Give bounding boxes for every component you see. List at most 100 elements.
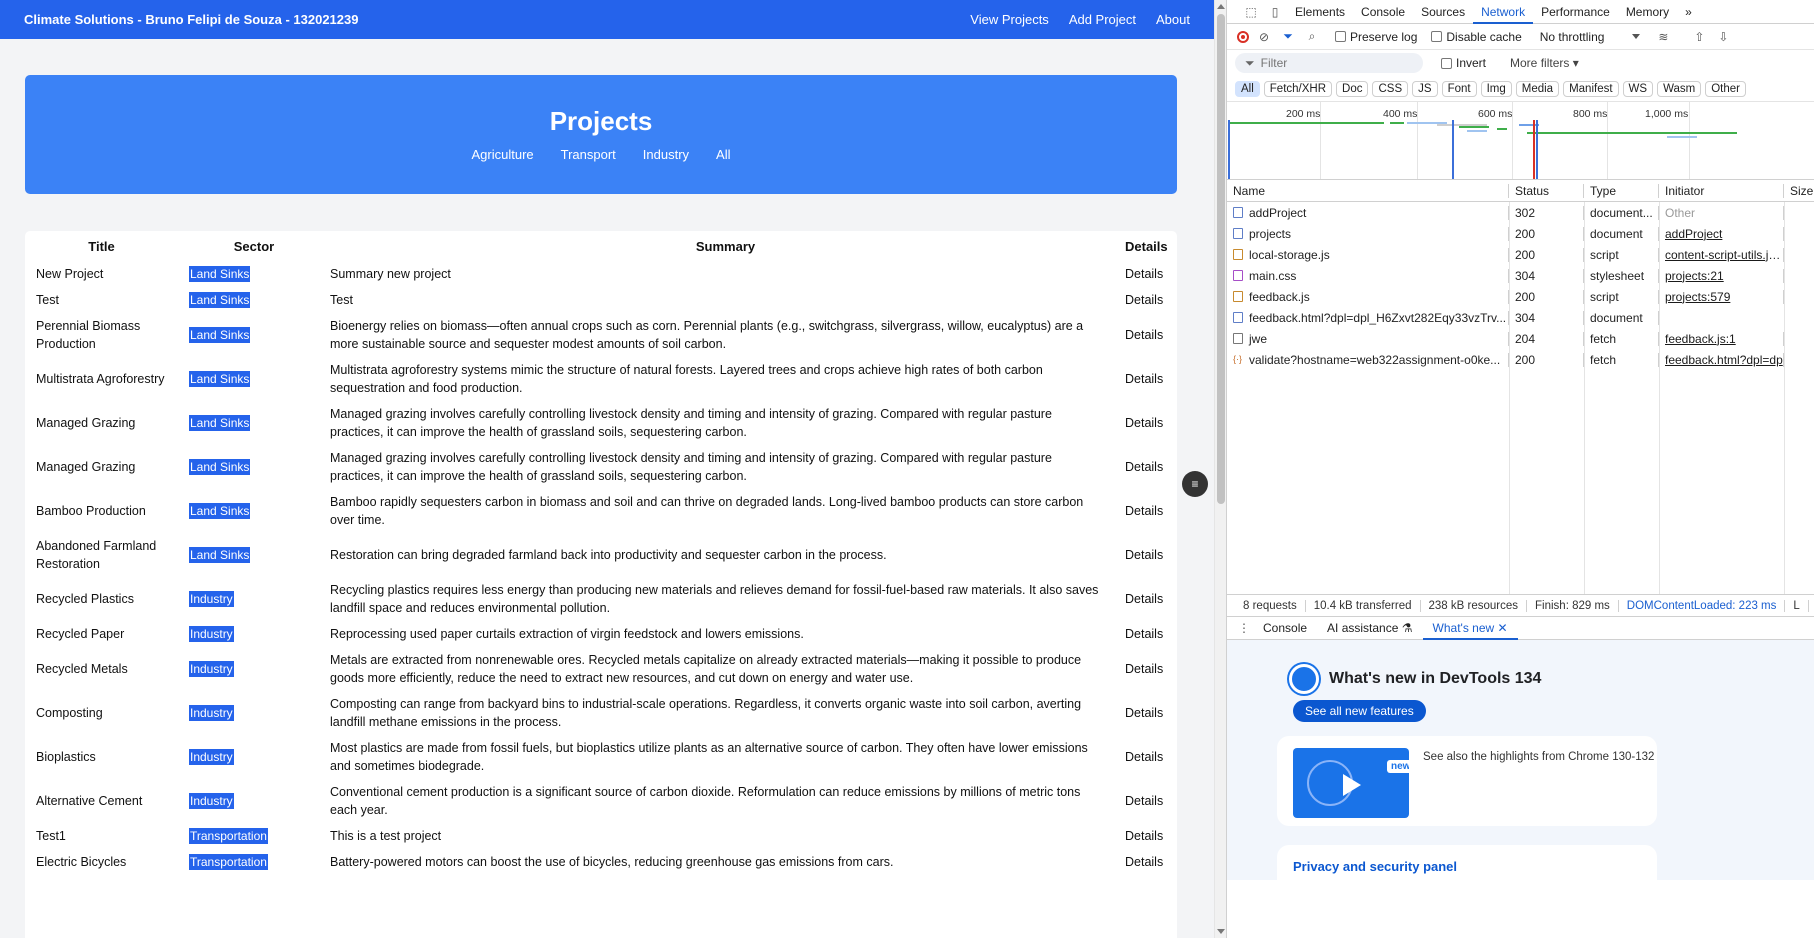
drawer-tab-console[interactable]: Console xyxy=(1253,616,1317,640)
filter-field[interactable]: ⏷ xyxy=(1235,53,1423,73)
type-filter-manifest[interactable]: Manifest xyxy=(1563,80,1619,97)
row-details: Details xyxy=(1121,823,1177,849)
see-all-features-button[interactable]: See all new features xyxy=(1293,700,1426,722)
device-toolbar-icon[interactable]: ▯ xyxy=(1263,0,1287,24)
network-conditions-icon[interactable]: ≋ xyxy=(1654,30,1672,44)
highlights-card[interactable]: new See also the highlights from Chrome … xyxy=(1277,736,1657,826)
details-link[interactable]: Details xyxy=(1125,829,1163,843)
close-icon[interactable]: ✕ xyxy=(1498,621,1508,635)
request-row[interactable]: local-storage.js 200 script content-script-… xyxy=(1227,244,1814,265)
details-link[interactable]: Details xyxy=(1125,592,1163,606)
disable-cache-checkbox[interactable]: Disable cache xyxy=(1431,30,1522,44)
scroll-thumb[interactable] xyxy=(1217,14,1225,504)
request-row[interactable]: jwe 204 fetch feedback.js:1 xyxy=(1227,328,1814,349)
tab-memory[interactable]: Memory xyxy=(1618,0,1677,24)
type-filter-wasm[interactable]: Wasm xyxy=(1657,80,1702,97)
details-link[interactable]: Details xyxy=(1125,750,1163,764)
filter-input[interactable] xyxy=(1260,56,1411,70)
row-summary: Composting can range from backyard bins … xyxy=(330,697,1082,729)
type-filter-font[interactable]: Font xyxy=(1441,80,1477,97)
app-viewport: Climate Solutions - Bruno Felipi de Souz… xyxy=(0,0,1214,938)
type-filter-fetchxhr[interactable]: Fetch/XHR xyxy=(1263,80,1333,97)
type-filter-js[interactable]: JS xyxy=(1412,80,1438,97)
filter-industry[interactable]: Industry xyxy=(643,147,689,162)
details-link[interactable]: Details xyxy=(1125,328,1163,342)
sector-badge: Industry xyxy=(189,626,234,642)
details-link[interactable]: Details xyxy=(1125,627,1163,641)
search-icon[interactable]: ⌕ xyxy=(1303,29,1321,44)
filter-transport[interactable]: Transport xyxy=(561,147,616,162)
nav-add-project[interactable]: Add Project xyxy=(1069,12,1136,27)
doc-file-icon xyxy=(1233,207,1243,218)
request-row[interactable]: main.css 304 stylesheet projects:21 xyxy=(1227,265,1814,286)
drawer-menu-icon[interactable]: ⋮ xyxy=(1235,621,1253,635)
export-har-icon[interactable]: ⇩ xyxy=(1714,30,1732,44)
details-link[interactable]: Details xyxy=(1125,416,1163,430)
type-filter-css[interactable]: CSS xyxy=(1372,80,1409,97)
col-initiator[interactable]: Initiator xyxy=(1659,183,1784,198)
tab-performance[interactable]: Performance xyxy=(1533,0,1618,24)
floating-feedback-button[interactable]: ≡ xyxy=(1182,471,1208,497)
col-name[interactable]: Name xyxy=(1227,183,1509,198)
table-row: Managed Grazing Land Sinks Managed grazing… xyxy=(25,445,1177,489)
tab-network[interactable]: Network xyxy=(1473,0,1534,24)
filter-all[interactable]: All xyxy=(716,147,730,162)
request-initiator[interactable]: projects:579 xyxy=(1659,289,1784,304)
drawer-tab-ai-assistance[interactable]: AI assistance ⚗ xyxy=(1317,616,1422,640)
request-initiator[interactable]: addProject xyxy=(1659,226,1784,241)
request-row[interactable]: addProject 302 document... Other xyxy=(1227,202,1814,223)
tab-console[interactable]: Console xyxy=(1353,0,1413,24)
more-tabs-icon[interactable]: » xyxy=(1677,0,1700,24)
nav-about[interactable]: About xyxy=(1156,12,1190,27)
request-initiator[interactable]: feedback.html?dpl=dp xyxy=(1659,352,1784,367)
network-overview-timeline[interactable]: 200 ms 400 ms 600 ms 800 ms 1,000 ms xyxy=(1227,102,1814,180)
type-filter-other[interactable]: Other xyxy=(1705,80,1746,97)
request-row[interactable]: feedback.html?dpl=dpl_H6Zxvt282Eqy33vzTr… xyxy=(1227,307,1814,328)
type-filter-all[interactable]: All xyxy=(1235,80,1260,97)
details-link[interactable]: Details xyxy=(1125,504,1163,518)
request-row[interactable]: projects 200 document addProject xyxy=(1227,223,1814,244)
details-link[interactable]: Details xyxy=(1125,267,1163,281)
details-link[interactable]: Details xyxy=(1125,548,1163,562)
tab-elements[interactable]: Elements xyxy=(1287,0,1353,24)
scroll-down-arrow[interactable] xyxy=(1217,929,1225,934)
details-link[interactable]: Details xyxy=(1125,460,1163,474)
type-filter-doc[interactable]: Doc xyxy=(1336,80,1369,97)
preserve-log-checkbox[interactable]: Preserve log xyxy=(1335,30,1417,44)
request-row[interactable]: {·} validate?hostname=web322assignment-o0… xyxy=(1227,349,1814,370)
tab-sources[interactable]: Sources xyxy=(1413,0,1473,24)
request-initiator[interactable]: feedback.js:1 xyxy=(1659,331,1784,346)
more-filters-dropdown[interactable]: More filters ▾ xyxy=(1510,56,1579,70)
filter-agriculture[interactable]: Agriculture xyxy=(472,147,534,162)
type-filter-media[interactable]: Media xyxy=(1515,80,1560,97)
col-status[interactable]: Status xyxy=(1509,183,1584,198)
details-link[interactable]: Details xyxy=(1125,662,1163,676)
details-link[interactable]: Details xyxy=(1125,706,1163,720)
scroll-up-arrow[interactable] xyxy=(1217,4,1225,9)
col-size[interactable]: Size xyxy=(1784,184,1814,198)
type-filter-img[interactable]: Img xyxy=(1480,80,1512,97)
request-initiator[interactable]: content-script-utils.js:1 xyxy=(1659,247,1784,262)
inspect-element-icon[interactable]: ⬚ xyxy=(1239,0,1263,24)
video-thumbnail[interactable]: new xyxy=(1293,748,1409,818)
throttling-select[interactable]: No throttling xyxy=(1540,30,1641,44)
request-row[interactable]: feedback.js 200 script projects:579 xyxy=(1227,286,1814,307)
app-scrollbar[interactable] xyxy=(1214,0,1226,938)
invert-checkbox[interactable]: Invert xyxy=(1441,56,1486,70)
record-icon[interactable] xyxy=(1237,30,1249,43)
details-link[interactable]: Details xyxy=(1125,293,1163,307)
filter-icon[interactable]: ⏷ xyxy=(1279,29,1297,44)
clear-icon[interactable]: ⊘ xyxy=(1255,30,1273,44)
row-summary: Conventional cement production is a sign… xyxy=(330,785,1081,817)
request-initiator[interactable]: projects:21 xyxy=(1659,268,1784,283)
details-link[interactable]: Details xyxy=(1125,794,1163,808)
drawer-tab-whats-new[interactable]: What's new ✕ xyxy=(1422,616,1518,640)
col-type[interactable]: Type xyxy=(1584,183,1659,198)
import-har-icon[interactable]: ⇧ xyxy=(1690,30,1708,44)
privacy-card[interactable]: Privacy and security panel xyxy=(1277,845,1657,880)
details-link[interactable]: Details xyxy=(1125,855,1163,869)
nav-view-projects[interactable]: View Projects xyxy=(970,12,1049,27)
type-filter-ws[interactable]: WS xyxy=(1622,80,1654,97)
details-link[interactable]: Details xyxy=(1125,372,1163,386)
brand[interactable]: Climate Solutions - Bruno Felipi de Souz… xyxy=(24,12,358,27)
